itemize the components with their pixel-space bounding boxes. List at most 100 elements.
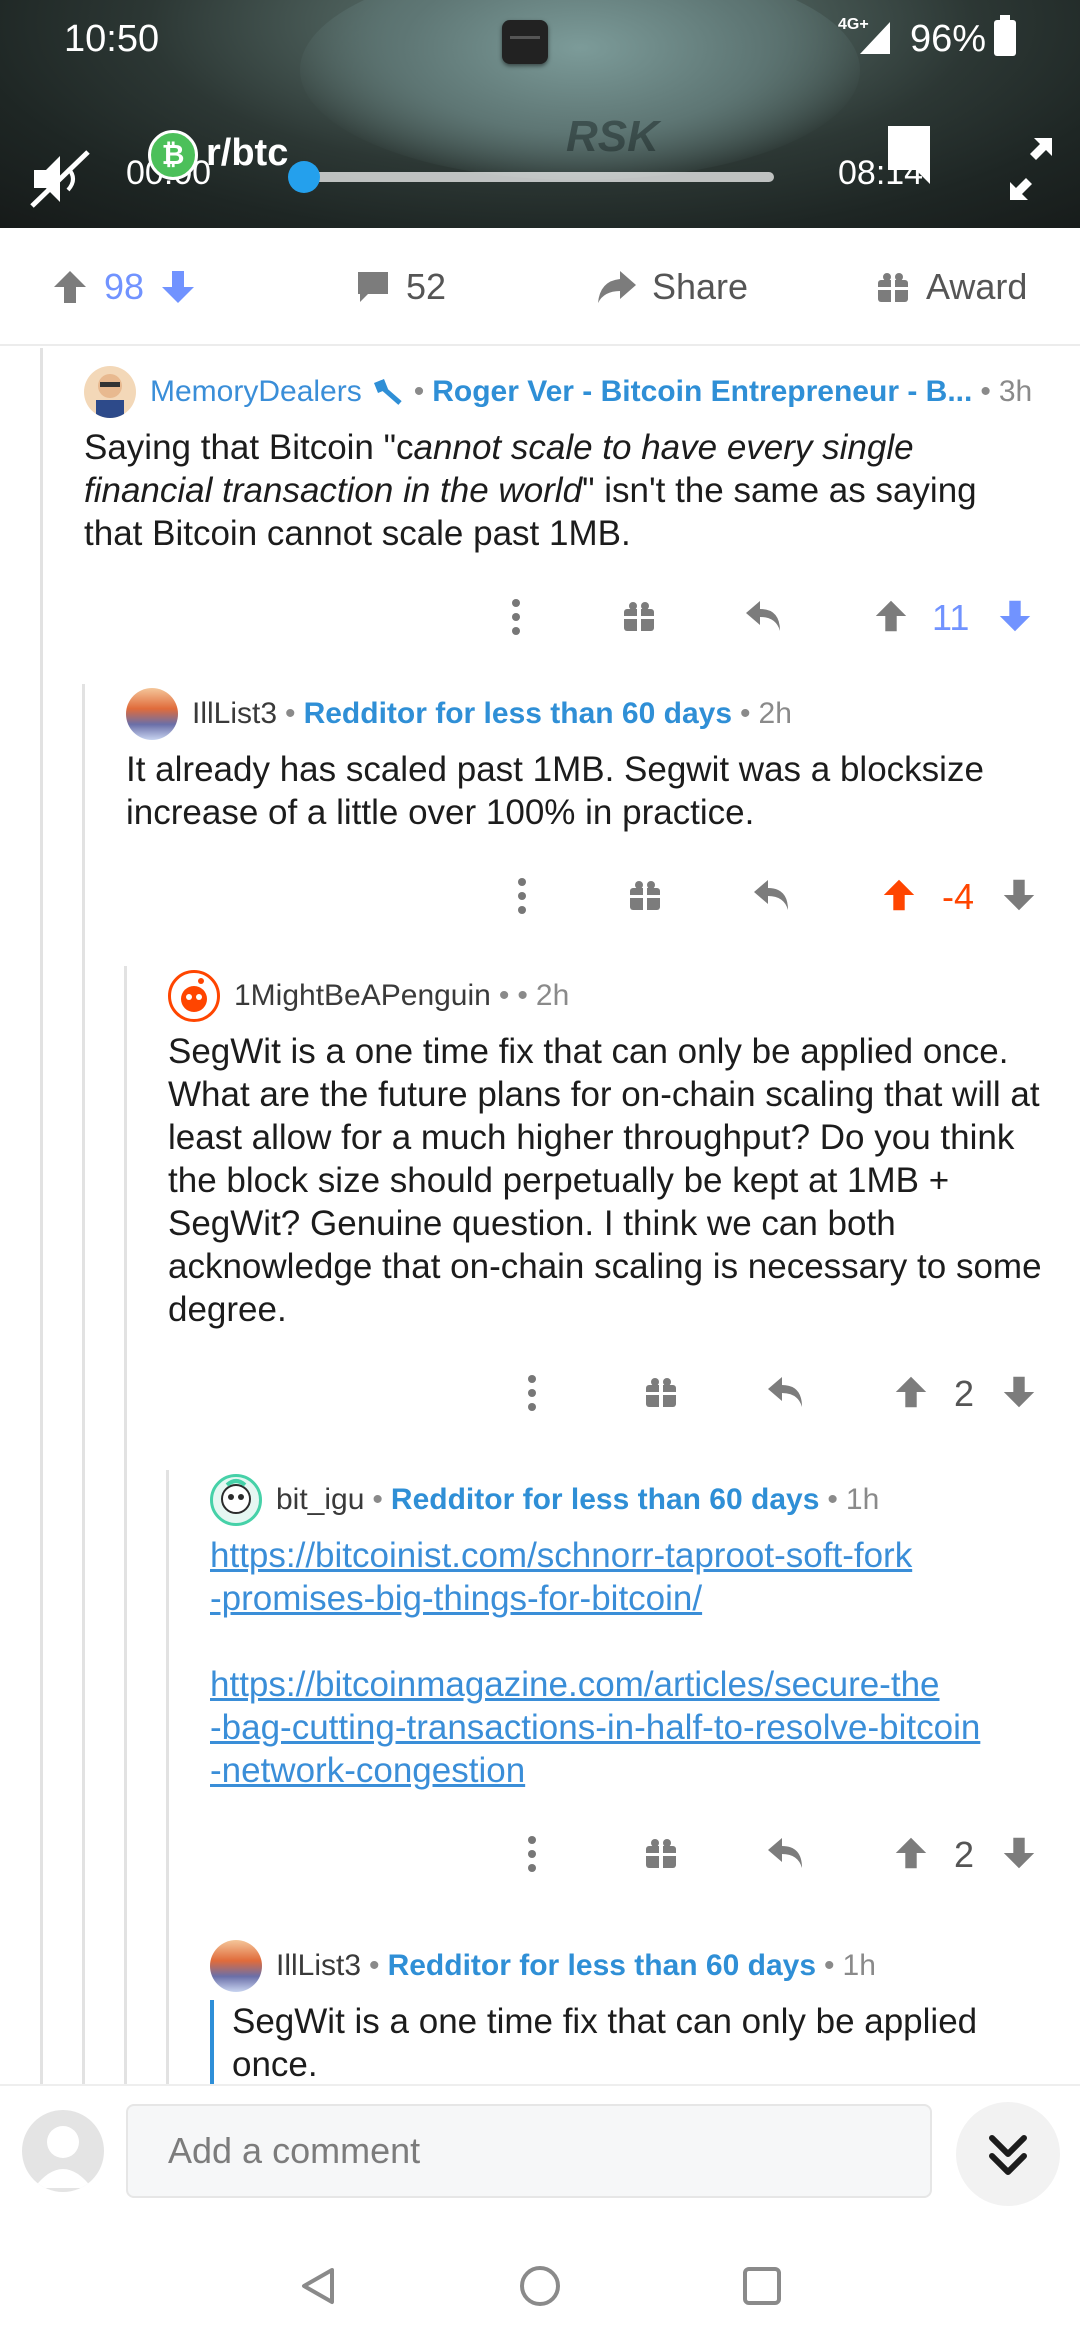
comment-header: IllList3 • Redditor for less than 60 day…	[126, 686, 1056, 742]
downvote-icon[interactable]	[1000, 876, 1038, 914]
comment-username[interactable]: IllList3	[192, 697, 277, 731]
battery-icon	[994, 15, 1016, 56]
signal-icon	[860, 22, 890, 54]
mute-icon[interactable]	[26, 144, 96, 214]
comment: IllList3 • Redditor for less than 60 day…	[210, 1938, 1060, 2084]
home-icon[interactable]	[518, 2264, 562, 2308]
comment-actions: 2	[168, 1357, 1058, 1437]
user-avatar[interactable]	[126, 688, 178, 740]
user-avatar[interactable]	[84, 366, 136, 418]
share-button[interactable]: Share	[594, 228, 748, 346]
comment-score: -4	[942, 876, 975, 917]
comment-age: 2h	[535, 979, 570, 1012]
share-icon	[598, 271, 636, 303]
downvote-icon[interactable]	[996, 597, 1034, 635]
thread-line	[40, 348, 43, 2084]
post-action-bar: 98 52 Share Award	[0, 228, 1080, 346]
comment: MemoryDealers • Roger Ver - Bitcoin Entr…	[84, 364, 1044, 661]
add-comment-input[interactable]: Add a comment	[126, 2104, 932, 2198]
gift-icon[interactable]	[620, 597, 658, 635]
comment-username[interactable]: bit_igu	[276, 1483, 364, 1517]
comment-header: bit_igu • Redditor for less than 60 days…	[210, 1472, 1060, 1528]
thread-line	[166, 1470, 169, 2084]
comment-body: SegWit is a one time fix that can only b…	[168, 1032, 1042, 1329]
more-options-icon[interactable]	[524, 1834, 540, 1874]
comment-composer: Add a comment	[0, 2084, 1080, 2224]
separator: •	[372, 1483, 383, 1516]
user-avatar[interactable]	[168, 970, 220, 1022]
separator: •	[369, 1949, 380, 1982]
share-label: Share	[652, 266, 749, 307]
back-icon[interactable]	[296, 2264, 340, 2308]
comments-button[interactable]: 52	[354, 228, 446, 346]
reddit-post-page: RSK 10:50 4G+ 96% 00:00 ₿ r/btc 08:14	[0, 0, 1080, 2340]
comment-link[interactable]: https://bitcoinmagazine.com/articles/sec…	[210, 1665, 980, 1790]
downvote-icon[interactable]	[1000, 1834, 1038, 1872]
gift-icon[interactable]	[642, 1373, 680, 1411]
more-options-icon[interactable]	[514, 876, 530, 916]
downvote-icon[interactable]	[158, 267, 198, 307]
link-text-line: -network-congestion	[210, 1751, 526, 1790]
comment: IllList3 • Redditor for less than 60 day…	[126, 686, 1056, 940]
user-avatar[interactable]	[210, 1940, 262, 1992]
comment-header: 1MightBeAPenguin • • 2h	[168, 968, 1058, 1024]
moderator-icon	[373, 379, 402, 405]
upvote-icon[interactable]	[50, 267, 90, 307]
downvote-icon[interactable]	[1000, 1373, 1038, 1411]
comment-body: Saying that Bitcoin "cannot scale to hav…	[84, 426, 1044, 555]
user-flair: Roger Ver - Bitcoin Entrepreneur - B...	[432, 375, 973, 408]
fullscreen-icon[interactable]	[1006, 134, 1056, 204]
upvote-icon[interactable]	[892, 1834, 930, 1872]
gift-icon[interactable]	[626, 876, 664, 914]
video-seek-handle[interactable]	[288, 161, 320, 193]
user-avatar[interactable]	[22, 2110, 104, 2192]
separator: •	[980, 375, 991, 408]
upvote-icon[interactable]	[880, 876, 918, 914]
award-button[interactable]: Award	[874, 228, 1027, 346]
comment-age: 1h	[845, 1483, 880, 1516]
status-time: 10:50	[64, 18, 160, 60]
comment-username[interactable]: 1MightBeAPenguin	[234, 979, 491, 1013]
comment-count: 52	[406, 266, 447, 307]
comment-link[interactable]: https://bitcoinist.com/schnorr-taproot-s…	[210, 1536, 912, 1618]
reply-icon[interactable]	[766, 1373, 806, 1411]
separator: •	[517, 979, 528, 1012]
comment-score: 2	[954, 1373, 975, 1414]
upvote-icon[interactable]	[892, 1373, 930, 1411]
thread-line	[124, 966, 127, 2084]
comment-score: 2	[954, 1834, 975, 1875]
reply-icon[interactable]	[752, 876, 792, 914]
collapse-button[interactable]	[956, 2102, 1060, 2206]
more-options-icon[interactable]	[508, 597, 524, 637]
link-text-line: https://bitcoinmagazine.com/articles/sec…	[210, 1665, 940, 1704]
recents-icon[interactable]	[740, 2264, 784, 2308]
thread-line	[82, 684, 85, 2084]
reply-icon[interactable]	[766, 1834, 806, 1872]
reply-icon[interactable]	[744, 597, 784, 635]
video-seek-bar[interactable]	[304, 172, 774, 182]
document-icon[interactable]	[886, 124, 932, 186]
video-player[interactable]: RSK 10:50 4G+ 96% 00:00 ₿ r/btc 08:14	[0, 0, 1080, 228]
comment-icon	[358, 272, 388, 302]
more-options-icon[interactable]	[524, 1373, 540, 1413]
comment-body: It already has scaled past 1MB. Segwit w…	[126, 750, 984, 832]
gift-icon	[878, 273, 908, 302]
comment: 1MightBeAPenguin • • 2h SegWit is a one …	[168, 968, 1058, 1437]
comment-actions: -4	[126, 860, 1056, 940]
comment-username[interactable]: IllList3	[276, 1949, 361, 1983]
user-avatar[interactable]	[210, 1474, 262, 1526]
comment-text: Saying that Bitcoin "c	[84, 428, 414, 467]
upvote-icon[interactable]	[872, 597, 910, 635]
separator: •	[740, 697, 751, 730]
double-chevron-down-icon	[989, 2135, 1027, 2175]
comment-header: IllList3 • Redditor for less than 60 day…	[210, 1938, 1060, 1994]
comment-age: 3h	[998, 375, 1033, 408]
separator: •	[498, 979, 510, 1012]
subreddit-icon[interactable]: ₿	[148, 130, 198, 180]
gift-icon[interactable]	[642, 1834, 680, 1872]
comment-username[interactable]: MemoryDealers	[150, 375, 362, 409]
subreddit-name[interactable]: r/btc	[206, 132, 288, 175]
post-votes: 98	[50, 228, 198, 346]
comment-body: https://bitcoinist.com/schnorr-taproot-s…	[210, 1534, 1060, 1792]
comment-age: 1h	[842, 1949, 876, 1982]
